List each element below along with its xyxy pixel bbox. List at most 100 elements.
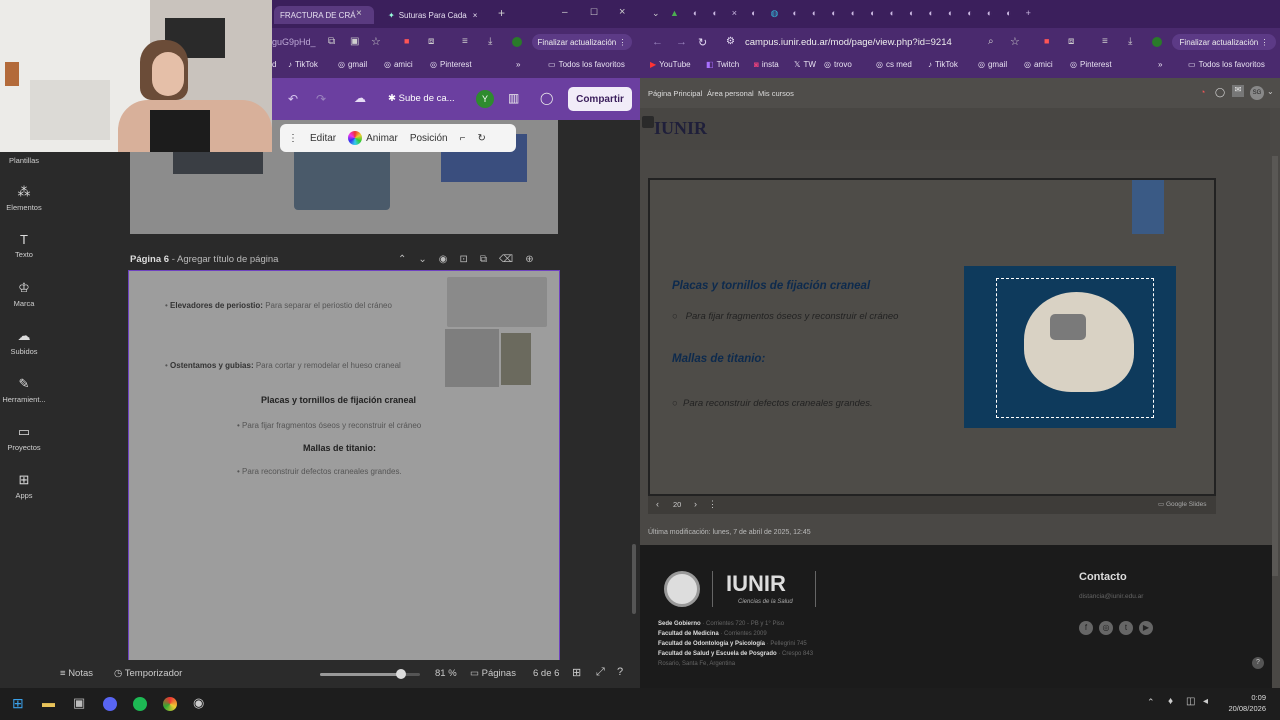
- share-button[interactable]: Compartir: [568, 87, 632, 111]
- obs-icon[interactable]: ◉: [193, 695, 204, 711]
- trash-icon[interactable]: ⌫: [499, 254, 513, 265]
- profile-icon[interactable]: [512, 37, 522, 47]
- bookmark-gmail[interactable]: ◎ gmail: [338, 60, 367, 69]
- chrome-icon[interactable]: [163, 697, 177, 711]
- minimize-icon[interactable]: –: [562, 7, 568, 18]
- tab-search-icon[interactable]: ≡: [462, 36, 468, 47]
- tab-suturas[interactable]: ✦ Suturas Para Cada ×: [382, 6, 486, 24]
- add-page-icon[interactable]: ⊕: [525, 254, 533, 265]
- sidebar-item-text[interactable]: T Texto: [0, 232, 48, 259]
- google-slides-link[interactable]: ▭ Google Slides: [1158, 500, 1206, 508]
- tab-icon[interactable]: ◐: [967, 8, 972, 19]
- tab-search-icon[interactable]: ≡: [1102, 36, 1108, 47]
- drawer-toggle-icon[interactable]: [642, 116, 654, 128]
- update-button[interactable]: Finalizar actualización ⋮: [532, 34, 632, 50]
- eye-icon[interactable]: ◉: [439, 254, 448, 265]
- tab-icon[interactable]: ◐: [712, 8, 717, 19]
- discord-icon[interactable]: [103, 697, 117, 711]
- mail-icon[interactable]: ✉: [1232, 85, 1244, 97]
- download-icon[interactable]: ⤓: [1128, 36, 1132, 47]
- nav-home[interactable]: Página Principal: [648, 89, 702, 98]
- tab-icon[interactable]: ◐: [948, 8, 953, 19]
- bookmark-trovo[interactable]: ◎ trovo: [824, 60, 852, 69]
- slide-embed[interactable]: Placas y tornillos de fijación craneal ○…: [648, 178, 1216, 496]
- bookmark-pinterest[interactable]: ◎ Pinterest: [430, 60, 472, 69]
- tab-icon[interactable]: ◐: [792, 8, 797, 19]
- tab-icon[interactable]: ◐: [751, 8, 756, 19]
- url-text[interactable]: guG9pHd_: [272, 37, 316, 47]
- zoom-icon[interactable]: ⌕: [988, 36, 994, 47]
- tab-icon[interactable]: ◐: [987, 8, 992, 19]
- forward-icon[interactable]: →: [676, 36, 687, 48]
- nav-courses[interactable]: Mis cursos: [758, 89, 794, 98]
- bookmark-twitch[interactable]: ◧ Twitch: [706, 60, 739, 69]
- bookmark-tiktok[interactable]: ♪ TikTok: [928, 60, 958, 69]
- avatar[interactable]: Y: [476, 90, 494, 108]
- new-tab-icon[interactable]: +: [1026, 8, 1031, 19]
- spotify-icon[interactable]: [133, 697, 147, 711]
- sidebar-item-uploads[interactable]: ☁ Subidos: [0, 328, 48, 356]
- edit-button[interactable]: Editar: [310, 133, 336, 144]
- grid-view-icon[interactable]: ⊞: [572, 666, 581, 679]
- tab-icon[interactable]: ◐: [870, 8, 875, 19]
- profile-icon[interactable]: [1152, 37, 1162, 47]
- color-wheel-icon[interactable]: [348, 131, 363, 145]
- clock-date[interactable]: 20/08/2026: [1226, 704, 1266, 713]
- file-explorer-icon[interactable]: ▬: [42, 695, 55, 710]
- timer-button[interactable]: ◷ Temporizador: [114, 668, 182, 679]
- tab-icon[interactable]: ◐: [909, 8, 914, 19]
- help-icon[interactable]: ?: [617, 666, 623, 678]
- edge-icon[interactable]: ◍: [771, 8, 779, 19]
- iunir-logo[interactable]: IUNIR: [654, 118, 707, 139]
- dots-icon[interactable]: ⋮: [288, 133, 298, 144]
- fullscreen-icon[interactable]: ⤢: [596, 666, 605, 679]
- bookmark-pinterest[interactable]: ◎ Pinterest: [1070, 60, 1112, 69]
- bookmark-tiktok[interactable]: ♪ TikTok: [288, 60, 318, 69]
- chevron-right-icon[interactable]: »: [1158, 60, 1162, 69]
- download-icon[interactable]: ⤓: [488, 36, 492, 47]
- tab-icon[interactable]: ◐: [851, 8, 856, 19]
- chevron-up-icon[interactable]: ⌃: [398, 254, 406, 265]
- current-page[interactable]: • Elevadores de periostio: Para separar …: [128, 270, 560, 690]
- undo-icon[interactable]: ↶: [288, 92, 298, 106]
- lock-icon[interactable]: ⊡: [460, 254, 468, 265]
- reload-icon[interactable]: ↻: [698, 36, 707, 49]
- facebook-icon[interactable]: f: [1079, 621, 1093, 635]
- prev-slide-icon[interactable]: ‹: [656, 499, 659, 509]
- all-favorites[interactable]: ▭ Todos los favoritos: [548, 60, 625, 69]
- redo-icon[interactable]: ↷: [316, 92, 326, 106]
- page-title-input[interactable]: Agregar título de página: [177, 254, 278, 265]
- instrument-image[interactable]: [501, 333, 531, 385]
- instrument-image[interactable]: [445, 329, 499, 387]
- star-icon[interactable]: ☆: [1010, 35, 1020, 48]
- tab-icon[interactable]: ◐: [928, 8, 933, 19]
- sidebar-item-apps[interactable]: ⊞ Apps: [0, 472, 48, 500]
- sidebar-item-templates[interactable]: Plantillas: [0, 156, 48, 165]
- scrollbar[interactable]: [1272, 156, 1278, 576]
- bookmark-tw[interactable]: 𝕏 TW: [794, 60, 816, 69]
- tab-icon[interactable]: ◐: [693, 8, 698, 19]
- comment-icon[interactable]: ◯: [540, 91, 553, 105]
- site-info-icon[interactable]: ⚙: [726, 36, 735, 47]
- bookmark-insta[interactable]: ◙ insta: [754, 60, 779, 69]
- close-icon[interactable]: ×: [473, 11, 478, 20]
- chevron-down-icon[interactable]: ⌄: [418, 254, 426, 265]
- twitter-icon[interactable]: t: [1119, 621, 1133, 635]
- chat-icon[interactable]: ◯: [1215, 87, 1225, 98]
- upload-status[interactable]: ✱ Sube de ca...: [388, 93, 455, 104]
- zoom-slider[interactable]: [320, 669, 420, 679]
- bookmark-youtube[interactable]: ▶ YouTube: [650, 60, 691, 69]
- tab-list-icon[interactable]: ⌄: [652, 8, 660, 19]
- page-count[interactable]: 6 de 6: [533, 668, 559, 679]
- bookmark-amici[interactable]: ◎ amici: [1024, 60, 1053, 69]
- analytics-icon[interactable]: ▥: [508, 91, 519, 105]
- contact-email[interactable]: distancia@iunir.edu.ar: [1079, 593, 1143, 600]
- cloud-save-icon[interactable]: ☁: [354, 91, 366, 105]
- tab-icon[interactable]: ◐: [812, 8, 817, 19]
- store-icon[interactable]: ▣: [73, 695, 85, 711]
- nav-dashboard[interactable]: Área personal: [707, 89, 754, 98]
- animate-button[interactable]: Animar: [366, 133, 398, 144]
- update-button[interactable]: Finalizar actualización ⋮: [1172, 34, 1276, 50]
- puzzle-icon[interactable]: ⧈: [1068, 36, 1074, 47]
- skull-image[interactable]: [964, 266, 1176, 428]
